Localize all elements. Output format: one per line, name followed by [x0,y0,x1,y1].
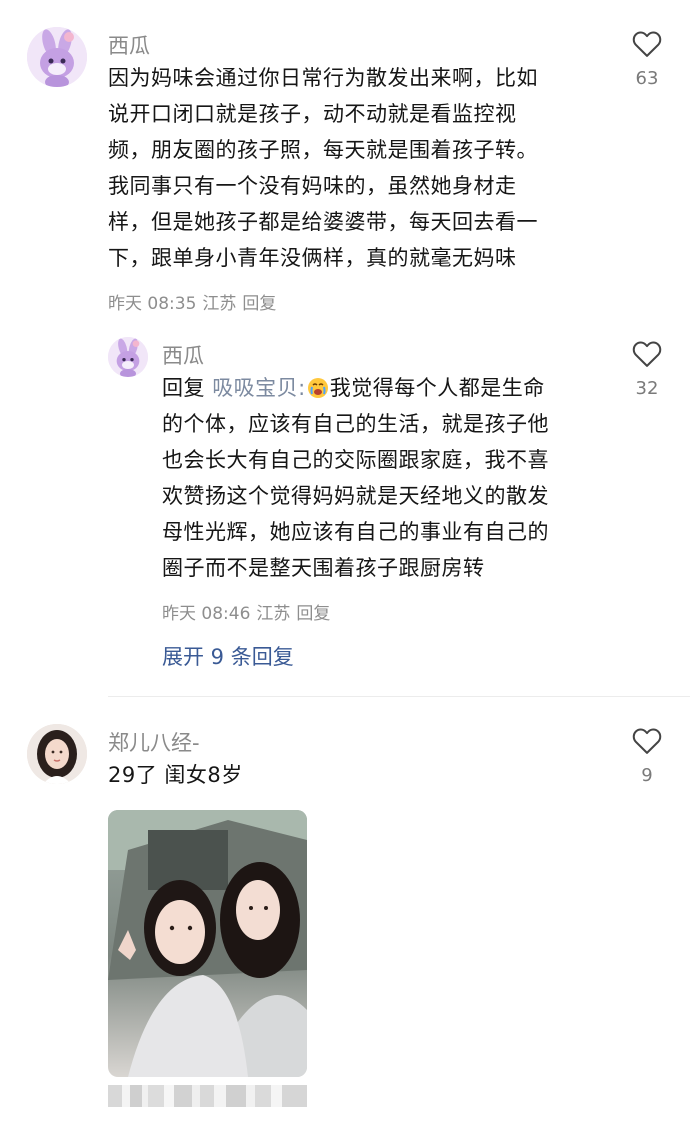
reply-line: 欢赞扬这个觉得妈妈就是天经地义的散发 [162,484,549,508]
like-count: 32 [635,378,659,399]
reply-line: 也会长大有自己的交际圈跟家庭，我不喜 [162,448,549,472]
avatar[interactable] [108,337,148,377]
reply-prefix: 回复 [162,376,205,400]
heart-icon [632,341,662,367]
reply-line: 的个体，应该有自己的生活，就是孩子他 [162,412,549,436]
comment-line: 下，跟单身小青年没俩样，真的就毫无妈味 [108,246,517,270]
mother-daughter-photo [108,810,307,1077]
image-strip [108,1085,307,1107]
expand-replies-link[interactable]: 展开 9 条回复 [162,641,294,671]
comment-photo[interactable] [108,810,307,1077]
bunny-avatar-icon [108,337,148,377]
comment-username[interactable]: 西瓜 [108,30,150,60]
reply-line: 母性光辉，她应该有自己的事业有自己的 [162,520,549,544]
like-button[interactable]: 63 [622,30,672,90]
reply-text-start: 我觉得每个人都是生命 [329,376,545,400]
reply-location: 江苏 [256,604,291,624]
avatar[interactable] [27,27,87,87]
comment-location: 江苏 [202,294,237,314]
reply-time: 昨天 08:46 [162,604,251,624]
crying-face-emoji [307,378,328,398]
comment-line: 说开口闭口就是孩子，动不动就是看监控视 [108,102,517,126]
heart-icon [632,31,662,57]
reply-line: 回复 吸吸宝贝: 我觉得每个人都是生命 [162,370,612,406]
comment-username[interactable]: 郑儿八经- [108,727,200,757]
comment-text: 29了 闺女8岁 [108,763,243,787]
reply-line: 圈子而不是整天围着孩子跟厨房转 [162,556,485,580]
bunny-avatar-icon [27,27,87,87]
like-count: 9 [641,765,653,786]
avatar[interactable] [27,724,87,784]
reply-username[interactable]: 西瓜 [162,340,204,370]
comment-text: 因为妈味会通过你日常行为散发出来啊，比如 说开口闭口就是孩子，动不动就是看监控视… [108,60,608,276]
reply-text: 回复 吸吸宝贝: 我觉得每个人都是生命 的个体，应该有自己的生活，就是孩子他 也… [162,370,612,586]
comment-meta: 昨天 08:35 江苏 回复 [108,289,282,314]
divider [108,696,690,697]
woman-avatar-icon [27,724,87,784]
comment-line: 我同事只有一个没有妈味的，虽然她身材走 [108,174,517,198]
reply-to-user[interactable]: 吸吸宝贝: [212,376,306,400]
comment-line: 频，朋友圈的孩子照，每天就是围着孩子转。 [108,138,538,162]
reply-button[interactable]: 回复 [242,294,276,314]
like-button[interactable]: 32 [622,340,672,400]
heart-icon [632,728,662,754]
reply-meta: 昨天 08:46 江苏 回复 [162,599,336,624]
comment-line: 样，但是她孩子都是给婆婆带，每天回去看一 [108,210,538,234]
comment-line: 因为妈味会通过你日常行为散发出来啊，比如 [108,66,538,90]
like-count: 63 [635,68,659,89]
reply-button[interactable]: 回复 [296,604,330,624]
like-button[interactable]: 9 [622,727,672,787]
comment-time: 昨天 08:35 [108,294,197,314]
